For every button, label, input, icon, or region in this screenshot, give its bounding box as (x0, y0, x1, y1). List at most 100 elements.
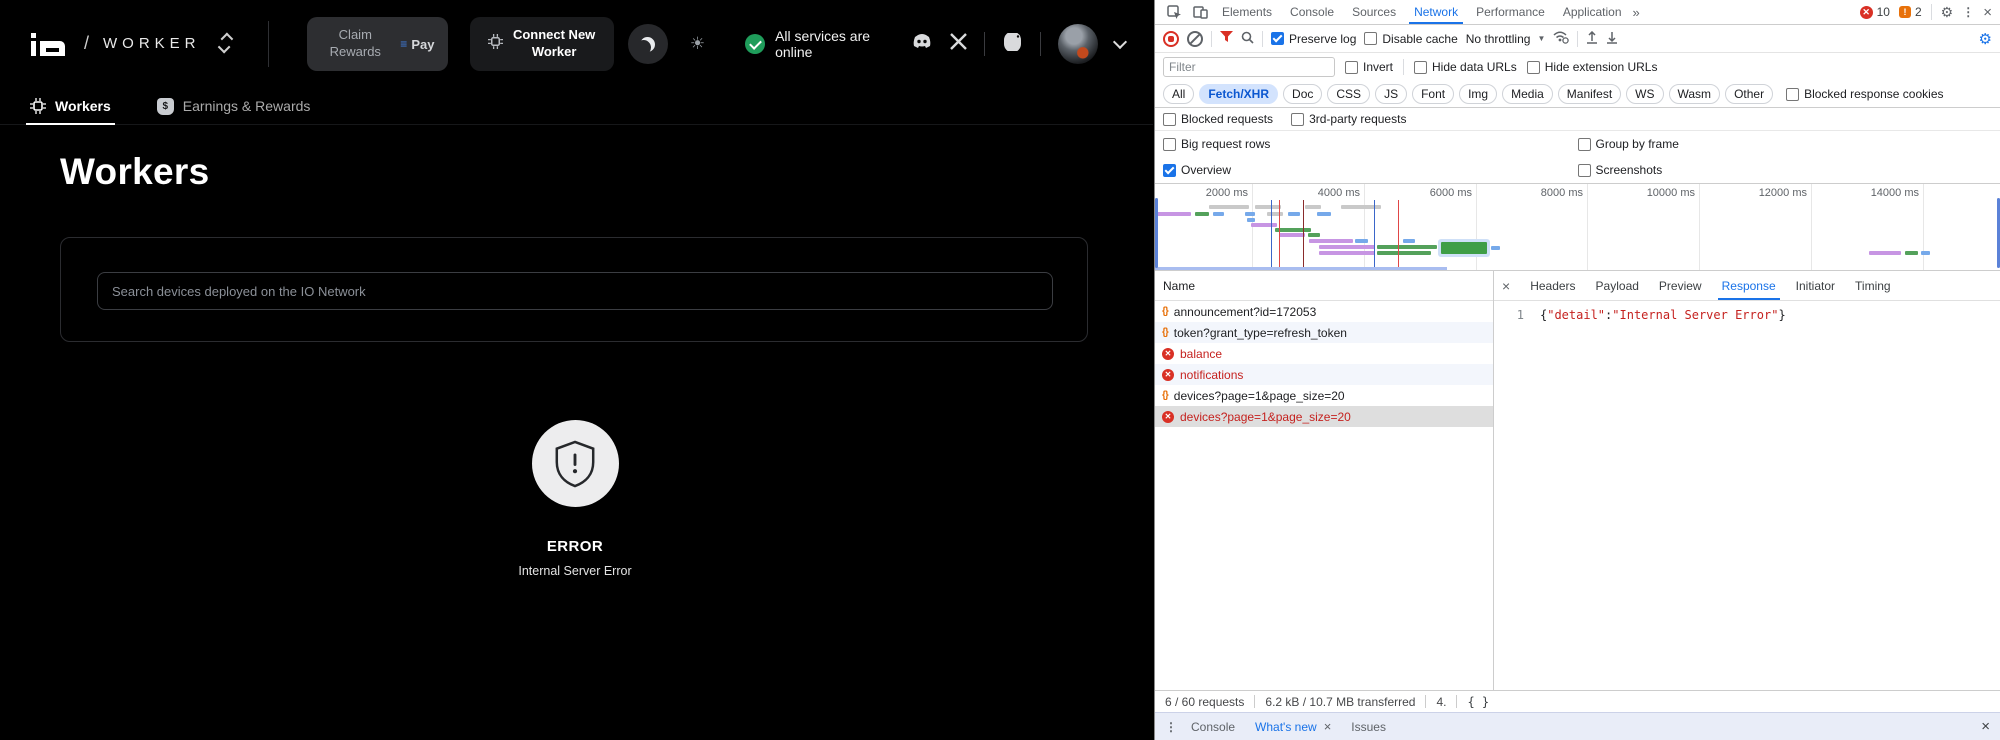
big-request-rows-checkbox[interactable]: Big request rows (1163, 137, 1270, 151)
more-tabs-icon[interactable]: » (1633, 5, 1640, 20)
chip-font[interactable]: Font (1412, 84, 1454, 104)
x-twitter-icon[interactable] (950, 33, 967, 55)
chip-fetch-xhr[interactable]: Fetch/XHR (1199, 84, 1278, 104)
detail-tab-preview[interactable]: Preview (1649, 271, 1712, 300)
drawer-tab-what-s-new[interactable]: What's new× (1245, 719, 1341, 734)
invert-checkbox[interactable]: Invert (1345, 60, 1393, 74)
close-detail-icon[interactable]: × (1502, 278, 1510, 294)
devtools-window-controls: ✕ 10 ! 2 ⚙ ⋮ × (1860, 4, 2000, 21)
chip-manifest[interactable]: Manifest (1558, 84, 1621, 104)
network-conditions-icon[interactable] (1553, 31, 1569, 47)
app-icon[interactable] (1002, 33, 1023, 56)
group-by-frame-checkbox[interactable]: Group by frame (1578, 137, 1679, 151)
avatar[interactable] (1058, 24, 1098, 64)
warning-count-badge[interactable]: ! 2 (1899, 5, 1922, 19)
filter-funnel-icon[interactable] (1220, 31, 1233, 46)
connect-new-worker-button[interactable]: Connect New Worker (470, 17, 614, 71)
drawer-tab-issues[interactable]: Issues (1341, 720, 1396, 734)
name-column-header[interactable]: Name (1155, 271, 1493, 301)
network-overview-timeline[interactable]: 2000 ms4000 ms6000 ms8000 ms10000 ms1200… (1155, 184, 2000, 271)
timeline-tick-label: 12000 ms (1737, 187, 1807, 199)
claim-rewards-button[interactable]: Claim Rewards ≡ Pay (307, 17, 449, 71)
devtools-tab-console[interactable]: Console (1281, 0, 1343, 24)
chip-css[interactable]: CSS (1327, 84, 1370, 104)
search-icon[interactable] (1241, 31, 1254, 47)
devtools-tab-elements[interactable]: Elements (1213, 0, 1281, 24)
site-tab-earnings-rewards[interactable]: $Earnings & Rewards (157, 88, 311, 124)
chip-wasm[interactable]: Wasm (1669, 84, 1721, 104)
detail-tab-initiator[interactable]: Initiator (1786, 271, 1845, 300)
light-mode-toggle[interactable]: ☀ (690, 34, 705, 54)
devtools-tab-sources[interactable]: Sources (1343, 0, 1405, 24)
network-settings-gear-icon[interactable]: ⚙ (1979, 30, 1992, 48)
device-toolbar-icon[interactable] (1192, 4, 1208, 20)
product-switcher-icon[interactable] (221, 33, 230, 53)
close-tab-icon[interactable]: × (1324, 719, 1332, 734)
request-row[interactable]: {}announcement?id=172053 (1155, 301, 1493, 322)
export-har-icon[interactable] (1606, 31, 1618, 47)
drawer-menu-icon[interactable]: ⋮ (1165, 720, 1177, 734)
chip-js[interactable]: JS (1375, 84, 1407, 104)
waterfall-bar (1288, 212, 1300, 216)
request-row[interactable]: ✕notifications (1155, 364, 1493, 385)
chip-media[interactable]: Media (1502, 84, 1553, 104)
devtools-tab-application[interactable]: Application (1554, 0, 1631, 24)
chip-doc[interactable]: Doc (1283, 84, 1322, 104)
io-logo-icon (30, 32, 66, 57)
header-divider (268, 21, 269, 67)
close-devtools-icon[interactable]: × (1983, 4, 1992, 21)
inspect-element-icon[interactable] (1166, 4, 1182, 20)
import-har-icon[interactable] (1586, 31, 1598, 47)
request-type-chips: AllFetch/XHRDocCSSJSFontImgMediaManifest… (1155, 81, 2000, 108)
request-row[interactable]: ✕balance (1155, 343, 1493, 364)
preserve-log-checkbox[interactable]: Preserve log (1271, 32, 1356, 46)
detail-tab-timing[interactable]: Timing (1845, 271, 1901, 300)
request-row[interactable]: ✕devices?page=1&page_size=20 (1155, 406, 1493, 427)
header-right (911, 24, 1125, 64)
hide-extension-urls-checkbox[interactable]: Hide extension URLs (1527, 60, 1658, 74)
request-row[interactable]: {}token?grant_type=refresh_token (1155, 322, 1493, 343)
clear-network-log-icon[interactable] (1187, 31, 1203, 47)
kebab-menu-icon[interactable]: ⋮ (1962, 5, 1974, 19)
network-filter-input[interactable] (1163, 57, 1335, 77)
settings-gear-icon[interactable]: ⚙ (1941, 5, 1954, 19)
chip-all[interactable]: All (1163, 84, 1194, 104)
divider (1040, 32, 1041, 56)
response-body[interactable]: 1 {"detail":"Internal Server Error"} (1494, 301, 2000, 690)
io-coin-icon: ≡ (400, 37, 407, 51)
devtools-tab-network[interactable]: Network (1405, 0, 1467, 24)
search-input[interactable] (97, 272, 1053, 310)
blocked-requests-checkbox[interactable]: Blocked requests (1163, 112, 1273, 126)
chip-ws[interactable]: WS (1626, 84, 1663, 104)
screenshots-checkbox[interactable]: Screenshots (1578, 163, 1663, 177)
devtools-tab-performance[interactable]: Performance (1467, 0, 1554, 24)
error-circle (532, 420, 619, 507)
drawer-tab-console[interactable]: Console (1181, 720, 1245, 734)
error-count-badge[interactable]: ✕ 10 (1860, 5, 1890, 19)
detail-tab-response[interactable]: Response (1712, 271, 1786, 300)
disable-cache-checkbox[interactable]: Disable cache (1364, 32, 1457, 46)
close-drawer-icon[interactable]: × (1981, 718, 1990, 735)
throttling-select[interactable]: No throttling ▼ (1466, 32, 1546, 46)
overview-left-handle[interactable] (1155, 198, 1158, 268)
detail-tab-payload[interactable]: Payload (1586, 271, 1649, 300)
request-row[interactable]: {}devices?page=1&page_size=20 (1155, 385, 1493, 406)
detail-tab-headers[interactable]: Headers (1520, 271, 1585, 300)
format-json-icon[interactable]: { } (1467, 695, 1489, 709)
chip-img[interactable]: Img (1459, 84, 1497, 104)
third-party-requests-checkbox[interactable]: 3rd-party requests (1291, 112, 1406, 126)
page-title: Workers (60, 151, 210, 193)
dark-mode-toggle[interactable] (628, 24, 668, 64)
discord-icon[interactable] (911, 33, 933, 55)
site-header: / WORKER Claim Rewards ≡ Pay (0, 0, 1153, 88)
overview-checkbox[interactable]: Overview (1163, 163, 1231, 177)
chip-other[interactable]: Other (1725, 84, 1773, 104)
waterfall-bar (1403, 239, 1415, 243)
request-name: notifications (1180, 368, 1243, 382)
hide-data-urls-checkbox[interactable]: Hide data URLs (1414, 60, 1517, 74)
chevron-down-icon[interactable] (1113, 35, 1127, 49)
logo[interactable]: / WORKER (30, 32, 230, 57)
blocked-response-cookies-checkbox[interactable]: Blocked response cookies (1786, 87, 1943, 101)
record-network-log-icon[interactable] (1163, 31, 1179, 47)
site-tab-workers[interactable]: Workers (30, 88, 111, 124)
